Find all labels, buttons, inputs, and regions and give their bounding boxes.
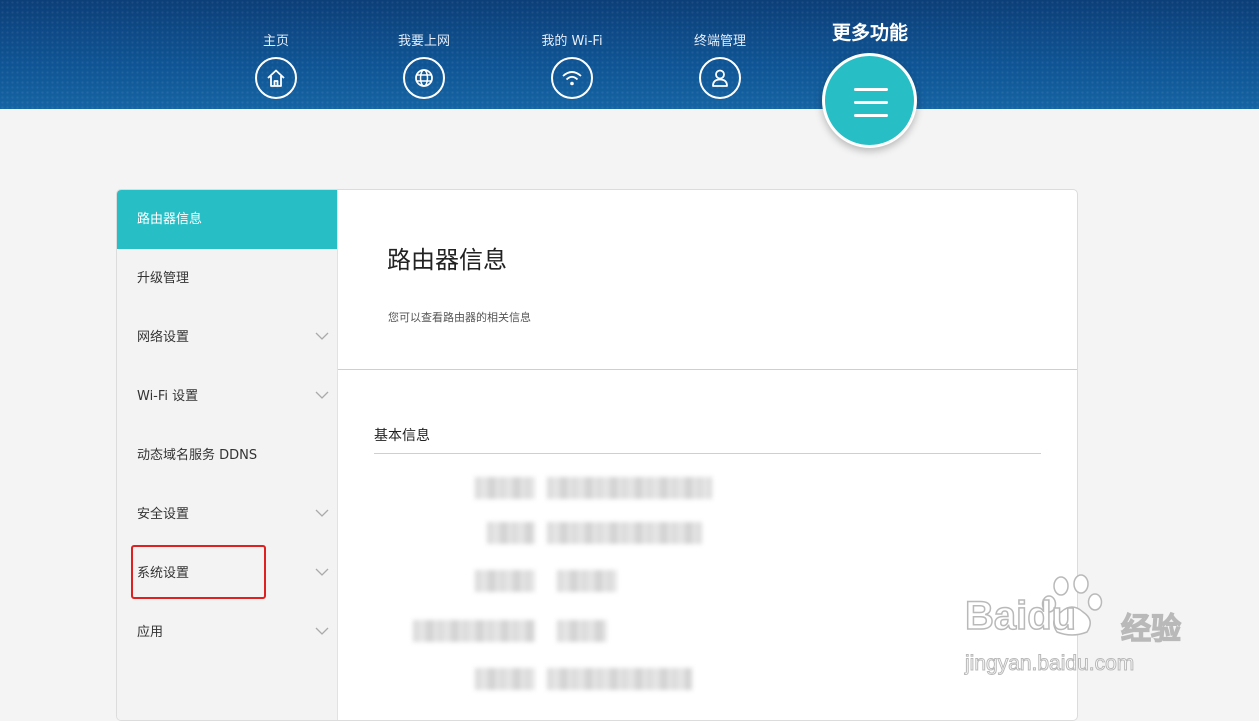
watermark-cn: 经验 bbox=[1120, 611, 1181, 647]
menu-icon bbox=[854, 101, 888, 104]
redacted-value bbox=[557, 620, 607, 642]
sidebar-item-upgrade[interactable]: 升级管理 bbox=[117, 249, 337, 308]
sidebar-item-router-info[interactable]: 路由器信息 bbox=[117, 190, 337, 249]
nav-item-internet[interactable]: 我要上网 bbox=[369, 33, 479, 99]
section-divider bbox=[374, 453, 1041, 454]
sidebar-item-label: 网络设置 bbox=[137, 330, 190, 345]
wifi-icon bbox=[551, 57, 593, 99]
sidebar-item-security[interactable]: 安全设置 bbox=[117, 485, 337, 544]
sidebar: 路由器信息 升级管理 网络设置 Wi-Fi 设置 动态域名服务 DDNS 安全设… bbox=[117, 190, 338, 720]
annotation-highlight-box bbox=[131, 545, 266, 599]
nav-item-devices[interactable]: 终端管理 bbox=[665, 33, 775, 99]
sidebar-item-network[interactable]: 网络设置 bbox=[117, 308, 337, 367]
sidebar-item-wifi[interactable]: Wi-Fi 设置 bbox=[117, 367, 337, 426]
redacted-label bbox=[475, 668, 535, 690]
sidebar-item-label: 动态域名服务 DDNS bbox=[137, 448, 258, 463]
chevron-down-icon bbox=[315, 568, 329, 576]
redacted-label bbox=[487, 522, 535, 544]
redacted-value bbox=[547, 522, 702, 544]
sidebar-item-label: 路由器信息 bbox=[137, 212, 203, 227]
nav-item-label: 主页 bbox=[262, 34, 289, 49]
menu-icon bbox=[854, 88, 888, 91]
watermark-url: jingyan.baidu.com bbox=[964, 652, 1135, 676]
nav-item-label: 我要上网 bbox=[397, 34, 450, 49]
globe-icon bbox=[403, 57, 445, 99]
chevron-down-icon bbox=[315, 627, 329, 635]
redacted-value bbox=[557, 570, 617, 592]
page-title: 路由器信息 bbox=[387, 246, 507, 274]
section-title: 基本信息 bbox=[374, 428, 430, 444]
sidebar-item-label: Wi-Fi 设置 bbox=[137, 389, 199, 404]
redacted-label bbox=[413, 620, 535, 642]
nav-item-label: 终端管理 bbox=[693, 34, 746, 49]
nav-item-wifi[interactable]: 我的 Wi-Fi bbox=[517, 33, 627, 99]
watermark-brand: Baidu bbox=[964, 593, 1077, 639]
page-subtitle: 您可以查看路由器的相关信息 bbox=[388, 311, 531, 324]
more-features-button[interactable] bbox=[822, 53, 917, 148]
chevron-down-icon bbox=[315, 509, 329, 517]
chevron-down-icon bbox=[315, 332, 329, 340]
home-icon bbox=[255, 57, 297, 99]
sidebar-item-label: 安全设置 bbox=[137, 507, 190, 522]
sidebar-item-apps[interactable]: 应用 bbox=[117, 603, 337, 662]
settings-panel: 路由器信息 升级管理 网络设置 Wi-Fi 设置 动态域名服务 DDNS 安全设… bbox=[116, 189, 1078, 721]
redacted-value bbox=[547, 477, 712, 499]
top-nav-bar: 主页 我要上网 我的 Wi-Fi 终端管理 更多功能 bbox=[0, 0, 1259, 109]
sidebar-item-label: 升级管理 bbox=[137, 271, 190, 286]
baidu-jingyan-watermark: Baidu 经验 jingyan.baidu.com bbox=[964, 572, 1205, 682]
divider bbox=[338, 369, 1077, 370]
nav-item-label: 我的 Wi-Fi bbox=[541, 34, 603, 49]
sidebar-item-label: 应用 bbox=[137, 625, 164, 640]
redacted-label bbox=[475, 570, 535, 592]
chevron-down-icon bbox=[315, 391, 329, 399]
nav-item-home[interactable]: 主页 bbox=[221, 33, 331, 99]
menu-icon bbox=[854, 114, 888, 117]
more-features-label: 更多功能 bbox=[831, 22, 908, 44]
redacted-label bbox=[475, 477, 535, 499]
redacted-value bbox=[547, 668, 692, 690]
sidebar-item-ddns[interactable]: 动态域名服务 DDNS bbox=[117, 426, 337, 485]
user-icon bbox=[699, 57, 741, 99]
